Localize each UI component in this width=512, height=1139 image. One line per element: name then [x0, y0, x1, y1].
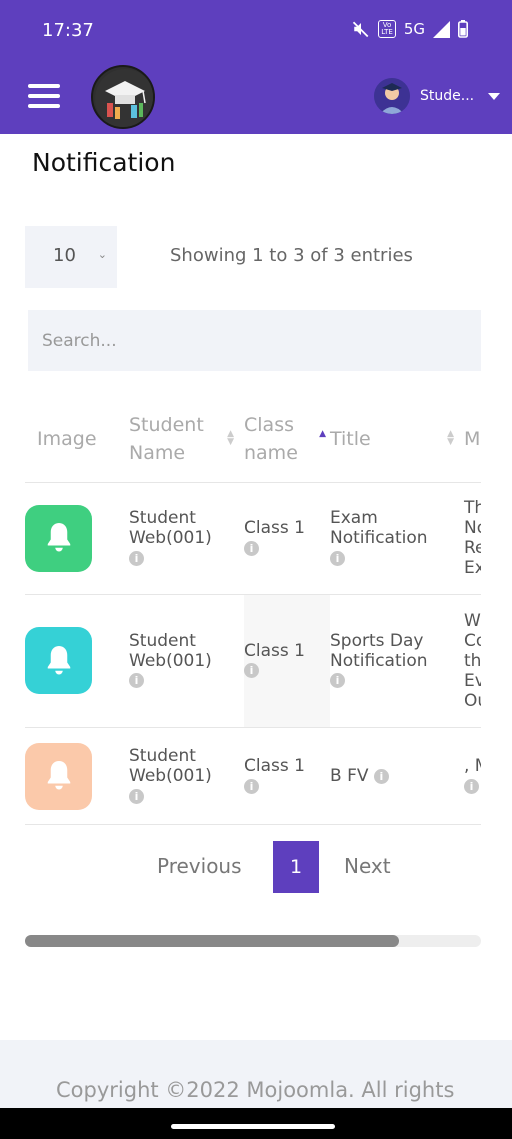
table-cell-image — [25, 726, 129, 825]
table-cell-class: Class 1 i — [244, 726, 330, 825]
table-cell-image — [25, 593, 129, 727]
page-length-select[interactable]: 10 ⌄ — [25, 226, 117, 288]
table-divider — [25, 824, 481, 825]
volte-bottom-label: LTE — [381, 28, 393, 36]
user-name: Stude... — [420, 88, 475, 104]
table-row[interactable]: Student Web(001) i Class 1 i B FV i , M … — [25, 726, 481, 825]
next-page-button[interactable]: Next — [344, 854, 391, 878]
info-icon[interactable]: i — [129, 788, 144, 804]
notification-message: W Co th Ev Ou — [464, 610, 481, 711]
scrollbar-thumb[interactable] — [25, 935, 399, 947]
class-name: Class 1 — [244, 518, 305, 538]
table-cell-class: Class 1 i — [244, 593, 330, 727]
chevron-down-icon: ⌄ — [97, 248, 107, 261]
app-header: Stude... — [0, 60, 512, 134]
class-cell-content: Class 1 i — [244, 518, 330, 558]
class-cell-content: Class 1 i — [244, 641, 330, 681]
table-row[interactable]: Student Web(001) i Class 1 i Sports Day … — [25, 593, 481, 727]
horizontal-scrollbar[interactable] — [25, 935, 481, 947]
entries-info: Showing 1 to 3 of 3 entries — [170, 245, 413, 266]
column-label: Image — [37, 427, 97, 450]
info-icon[interactable]: i — [330, 550, 345, 566]
info-icon[interactable]: i — [129, 673, 144, 688]
class-name: Class 1 — [244, 640, 305, 661]
sort-icon: ▲ ▼ — [227, 429, 234, 447]
previous-page-button[interactable]: Previous — [157, 854, 242, 878]
table-cell-student: Student Web(001) i — [129, 481, 244, 594]
page-length-value: 10 — [53, 245, 76, 266]
menu-icon[interactable] — [28, 84, 60, 108]
column-header-message[interactable]: M — [464, 396, 481, 482]
column-label: Class name — [244, 413, 298, 464]
search-input[interactable] — [28, 310, 481, 371]
notification-table: Image Student Name ▲ ▼ Class name ▲ Title… — [25, 396, 481, 826]
info-icon[interactable]: i — [129, 550, 144, 566]
title-cell-content: B FV i — [330, 766, 464, 786]
volte-icon: Vo LTE — [378, 20, 396, 38]
column-label: Title — [330, 427, 371, 450]
bell-icon — [47, 761, 70, 790]
notification-message: , M — [464, 756, 481, 777]
pagination: Previous 1 Next — [0, 841, 512, 893]
student-name: Student Web(001) — [129, 630, 212, 671]
table-cell-message: , M i — [464, 726, 481, 825]
page-title: Notification — [32, 148, 176, 177]
column-header-title[interactable]: Title ▲ ▼ — [330, 396, 464, 482]
info-icon[interactable]: i — [330, 673, 345, 688]
student-name: Student Web(001) — [129, 746, 212, 787]
table-cell-class: Class 1 i — [244, 481, 330, 594]
class-cell-content: Class 1 i — [244, 756, 330, 796]
table-cell-message: Th No Re Ex — [464, 481, 481, 594]
bell-badge — [25, 742, 92, 810]
table-header-row: Image Student Name ▲ ▼ Class name ▲ Title… — [25, 396, 481, 482]
table-cell-title: B FV i — [330, 726, 464, 825]
copyright-text: Copyright ©2022 Mojoomla. All rights — [56, 1078, 455, 1102]
bell-icon — [47, 645, 70, 674]
school-logo — [91, 65, 155, 129]
info-icon[interactable]: i — [464, 778, 479, 794]
status-bar: 17:37 Vo LTE 5G — [0, 0, 512, 60]
signal-icon — [433, 20, 450, 38]
footer: Copyright ©2022 Mojoomla. All rights — [0, 1040, 512, 1108]
battery-icon — [458, 20, 468, 38]
table-cell-student: Student Web(001) i — [129, 726, 244, 825]
sort-ascending-icon: ▲ — [319, 429, 326, 439]
column-header-image[interactable]: Image — [25, 396, 129, 482]
bell-badge — [25, 627, 92, 694]
table-row[interactable]: Student Web(001) i Class 1 i Exam Notifi… — [25, 481, 481, 594]
table-cell-image — [25, 481, 129, 594]
column-header-student-name[interactable]: Student Name ▲ ▼ — [129, 396, 244, 482]
notification-title: Sports Day Notification — [330, 630, 428, 671]
column-label: Student Name — [129, 413, 204, 464]
status-time: 17:37 — [42, 20, 94, 41]
home-gesture-handle[interactable] — [171, 1124, 335, 1129]
chevron-down-icon — [488, 92, 500, 100]
class-name: Class 1 — [244, 756, 305, 777]
sort-icon: ▲ ▼ — [447, 429, 454, 447]
page-1-button[interactable]: 1 — [273, 841, 319, 893]
table-cell-title: Exam Notification i — [330, 481, 464, 594]
student-name: Student Web(001) — [129, 508, 212, 548]
user-menu[interactable]: Stude... — [374, 74, 500, 118]
notification-message: Th No Re Ex — [464, 498, 481, 578]
system-icons: Vo LTE 5G — [352, 20, 468, 38]
info-icon[interactable]: i — [244, 540, 259, 556]
column-header-class-name[interactable]: Class name ▲ — [244, 396, 330, 482]
info-icon[interactable]: i — [244, 663, 259, 678]
system-navigation-bar — [0, 1108, 512, 1139]
table-cell-message: W Co th Ev Ou — [464, 593, 481, 727]
bell-icon — [47, 523, 70, 552]
mute-icon — [353, 21, 369, 38]
notification-title: B FV — [330, 766, 369, 787]
info-icon[interactable]: i — [373, 768, 389, 784]
notification-title: Exam Notification — [330, 508, 428, 548]
bell-badge — [25, 504, 92, 572]
user-avatar — [374, 78, 410, 114]
info-icon[interactable]: i — [244, 778, 259, 794]
table-cell-student: Student Web(001) i — [129, 593, 244, 727]
table-cell-title: Sports Day Notification i — [330, 593, 464, 727]
column-label: M — [464, 427, 481, 450]
network-type: 5G — [403, 20, 425, 38]
